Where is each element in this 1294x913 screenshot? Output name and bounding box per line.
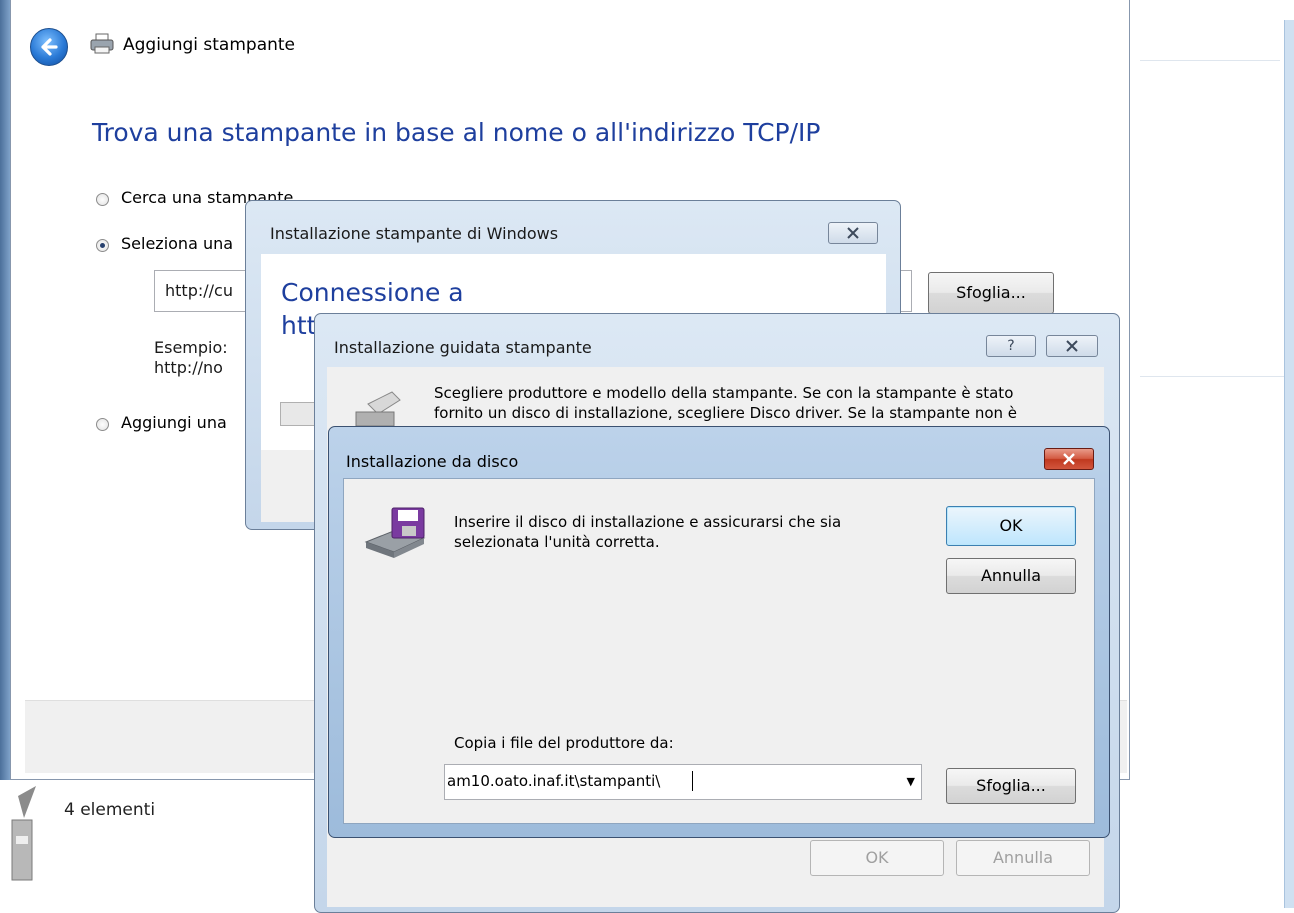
add-printer-heading: Trova una stampante in base al nome o al… [92, 118, 821, 147]
close-button-disk[interactable] [1044, 448, 1094, 470]
close-icon [1063, 453, 1075, 465]
back-arrow-icon [41, 38, 58, 56]
radio-add-tcpip[interactable] [96, 418, 109, 431]
connection-heading-line1: Connessione a [281, 278, 464, 307]
explorer-content-area [1130, 0, 1294, 908]
example-label: Esempio: [154, 338, 228, 357]
printer-folder-icon [11, 786, 36, 881]
insert-disk-message: Inserire il disco di installazione e ass… [454, 513, 842, 551]
radio-search-printer[interactable] [96, 193, 109, 206]
help-button[interactable]: ? [986, 335, 1036, 357]
disk-cancel-button[interactable]: Annulla [946, 558, 1076, 594]
option-label-select: Seleziona una [121, 234, 234, 253]
wizard-ok-button[interactable]: OK [810, 840, 944, 876]
back-button[interactable] [30, 28, 68, 66]
printer-wizard-title: Installazione guidata stampante [334, 338, 592, 357]
dropdown-arrow-icon[interactable]: ▼ [907, 775, 915, 788]
printer-url-value: http://cu [165, 281, 233, 300]
wizard-cancel-button[interactable]: Annulla [956, 840, 1090, 876]
browse-button[interactable]: Sfoglia... [928, 272, 1054, 314]
windows-printer-install-title: Installazione stampante di Windows [270, 224, 559, 243]
printer-wizard-text-line1: Scegliere produttore e modello della sta… [434, 384, 1014, 402]
close-icon [1066, 340, 1078, 352]
printer-wizard-text-line2: fornito un disco di installazione, scegl… [434, 404, 1018, 422]
help-icon: ? [1007, 338, 1015, 354]
explorer-frame-edge [0, 0, 10, 908]
add-printer-title: Aggiungi stampante [123, 35, 296, 55]
text-caret [692, 771, 693, 791]
close-icon [847, 227, 859, 239]
radio-select-shared[interactable] [96, 239, 109, 252]
printer-icon [90, 33, 114, 54]
status-item-count: 4 elementi [64, 800, 156, 820]
manufacturer-path-value: am10.oato.inaf.it\stampanti\ [447, 772, 661, 790]
disk-ok-button[interactable]: OK [946, 506, 1076, 546]
example-url: http://no [154, 358, 223, 377]
explorer-right-frame [1284, 20, 1294, 908]
close-button-wizard[interactable] [1046, 335, 1098, 357]
disk-browse-button[interactable]: Sfoglia... [946, 768, 1076, 804]
close-button-install[interactable] [828, 222, 878, 244]
install-from-disk-title: Installazione da disco [346, 452, 519, 471]
disk-drive-icon [364, 507, 426, 558]
manufacturer-path-combobox[interactable]: am10.oato.inaf.it\stampanti\ ▼ [444, 764, 922, 800]
option-label-add: Aggiungi una [121, 413, 227, 432]
copy-files-label: Copia i file del produttore da: [454, 734, 674, 752]
printer-wizard-icon [355, 391, 401, 426]
